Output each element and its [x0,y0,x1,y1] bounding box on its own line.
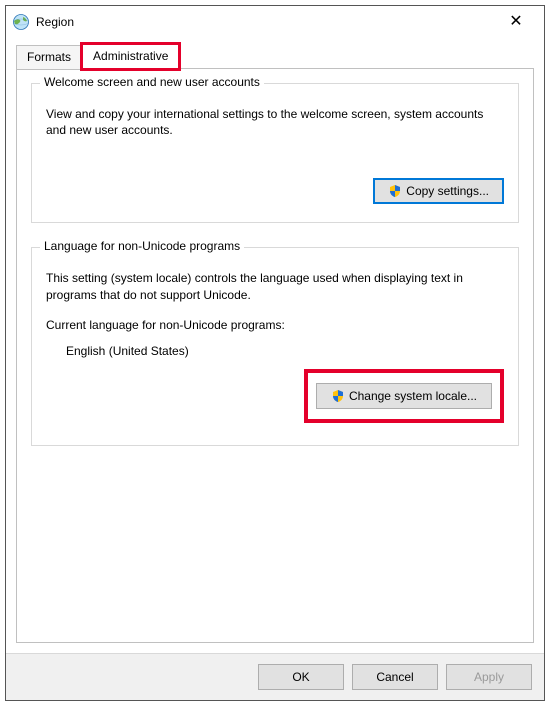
group-welcome-desc: View and copy your international setting… [46,106,504,138]
client-area: Formats Administrative Welcome screen an… [6,38,544,653]
group-welcome-screen: Welcome screen and new user accounts Vie… [31,83,519,223]
current-language-label: Current language for non-Unicode program… [46,317,504,333]
cancel-label: Cancel [376,670,413,684]
titlebar: Region ✕ [6,6,544,38]
region-dialog: Region ✕ Formats Administrative Welcome … [5,5,545,701]
shield-icon [388,184,402,198]
change-system-locale-label: Change system locale... [349,389,477,403]
change-system-locale-button[interactable]: Change system locale... [316,383,492,409]
window-title: Region [36,15,496,29]
dialog-buttons: OK Cancel Apply [6,653,544,700]
tab-formats-label: Formats [27,50,71,64]
copy-settings-label: Copy settings... [406,184,489,198]
apply-button[interactable]: Apply [446,664,532,690]
tabpage-administrative: Welcome screen and new user accounts Vie… [16,68,534,643]
group-non-unicode-legend: Language for non-Unicode programs [40,239,244,253]
close-icon[interactable]: ✕ [496,14,536,30]
group-non-unicode-desc: This setting (system locale) controls th… [46,270,504,302]
current-language-value: English (United States) [46,343,504,359]
group-non-unicode: Language for non-Unicode programs This s… [31,247,519,446]
tab-administrative-label: Administrative [93,49,168,63]
copy-settings-button[interactable]: Copy settings... [373,178,504,204]
tab-administrative[interactable]: Administrative [82,44,179,69]
ok-label: OK [292,670,309,684]
shield-icon [331,389,345,403]
highlight-change-locale: Change system locale... [304,369,504,423]
group-welcome-legend: Welcome screen and new user accounts [40,75,264,89]
globe-icon [12,13,30,31]
tab-formats[interactable]: Formats [16,45,82,70]
apply-label: Apply [474,670,504,684]
tabstrip: Formats Administrative [16,44,534,69]
ok-button[interactable]: OK [258,664,344,690]
cancel-button[interactable]: Cancel [352,664,438,690]
